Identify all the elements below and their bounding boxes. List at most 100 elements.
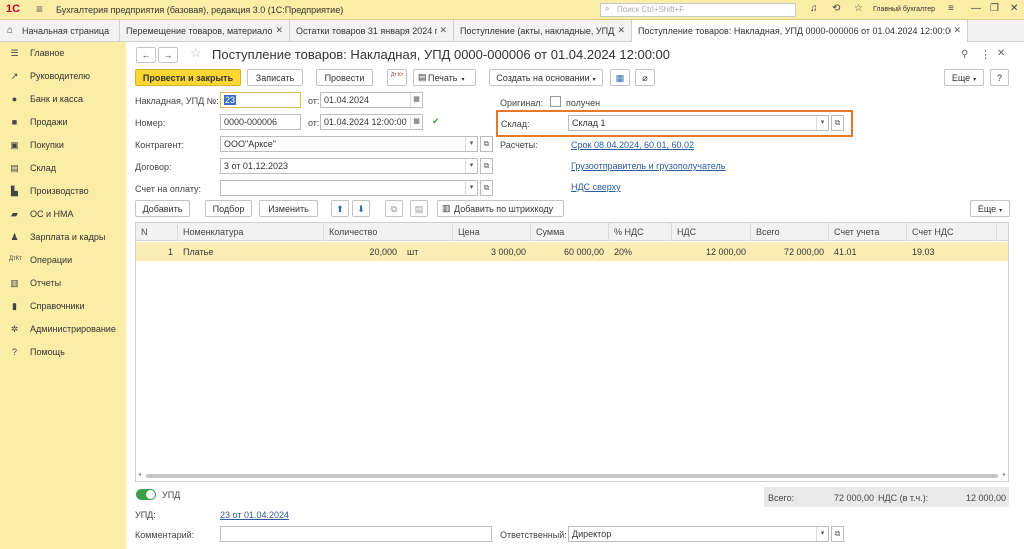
vat-on-top-link[interactable]: НДС сверху (571, 182, 621, 192)
header-quantity[interactable]: Количество (324, 223, 453, 241)
sidebar-item-warehouse[interactable]: ▤ Склад (0, 157, 126, 179)
sidebar-item-references[interactable]: ▮ Справочники (0, 295, 126, 317)
header-sum[interactable]: Сумма (531, 223, 609, 241)
number-input[interactable]: 0000-000006 (220, 114, 301, 130)
favorite-star-icon[interactable]: ☆ (190, 45, 202, 61)
header-vat-account[interactable]: Счет НДС (907, 223, 997, 241)
close-tab-icon[interactable]: ✕ (951, 25, 961, 36)
comment-input[interactable] (220, 526, 492, 542)
close-tab-icon[interactable]: ✕ (273, 25, 283, 36)
settings-icon[interactable]: ≡ (948, 3, 954, 14)
dropdown-arrow-icon[interactable]: ▾ (816, 527, 828, 541)
sidebar-item-assets[interactable]: ▰ ОС и НМА (0, 203, 126, 225)
minimize-icon[interactable]: — (971, 3, 981, 14)
table-row[interactable]: 1 Платье 20,000 шт 3 000,00 60 000,00 20… (136, 242, 1008, 261)
open-contractor-button[interactable]: ⧉ (480, 136, 493, 152)
calendar-icon[interactable]: ▦ (410, 115, 422, 129)
global-search-input[interactable]: ⌕ Поиск Ctrl+Shift+F (600, 3, 796, 17)
move-down-button[interactable]: ⬇ (352, 200, 370, 217)
scrollbar-thumb[interactable] (146, 474, 998, 478)
sidebar-item-admin[interactable]: ✲ Администрирование (0, 318, 126, 340)
contractor-input[interactable]: ООО"Арксе" ▾ (220, 136, 478, 152)
original-received-checkbox[interactable] (550, 96, 561, 107)
warehouse-input[interactable]: Склад 1 ▾ (568, 115, 829, 131)
table-more-button[interactable]: Еще ▾ (970, 200, 1010, 217)
pick-button[interactable]: Подбор (205, 200, 252, 217)
open-warehouse-button[interactable]: ⧉ (831, 115, 844, 131)
sidebar-item-salary[interactable]: ♟ Зарплата и кадры (0, 226, 126, 248)
restore-icon[interactable]: ❐ (990, 3, 999, 14)
sidebar-item-reports[interactable]: ▥ Отчеты (0, 272, 126, 294)
sidebar-item-manager[interactable]: ↗ Руководителю (0, 65, 126, 87)
dropdown-arrow-icon[interactable]: ▾ (465, 137, 477, 151)
print-button[interactable]: ▤ Печать ▾ (413, 69, 476, 86)
header-account[interactable]: Счет учета (829, 223, 907, 241)
header-n[interactable]: N (136, 223, 178, 241)
open-contract-button[interactable]: ⧉ (480, 158, 493, 174)
payment-invoice-input[interactable]: ▾ (220, 180, 478, 196)
sidebar-item-help[interactable]: ? Помощь (0, 341, 126, 363)
calendar-icon[interactable]: ▦ (410, 93, 422, 107)
header-price[interactable]: Цена (453, 223, 531, 241)
dropdown-arrow-icon[interactable]: ▾ (465, 181, 477, 195)
more-button[interactable]: Еще ▾ (944, 69, 984, 86)
dt-kt-button[interactable]: Дт Кт (387, 69, 407, 86)
close-tab-icon[interactable]: ✕ (615, 25, 625, 36)
header-vat[interactable]: НДС (672, 223, 751, 241)
structure-button[interactable]: ▦ (610, 69, 630, 86)
back-button[interactable]: ← (136, 47, 156, 63)
sidebar-item-production[interactable]: ▙ Производство (0, 180, 126, 202)
dropdown-arrow-icon[interactable]: ▾ (465, 159, 477, 173)
dropdown-arrow-icon[interactable]: ▾ (816, 116, 828, 130)
scroll-right-icon[interactable]: ▸ (1003, 471, 1006, 478)
tab-transfer[interactable]: Перемещение товаров, материалов ✕ (120, 20, 290, 42)
sidebar-item-main[interactable]: ☰ Главное (0, 42, 126, 64)
settlements-link[interactable]: Срок 08.04.2024, 60.01, 60.02 (571, 140, 694, 150)
header-total[interactable]: Всего (751, 223, 829, 241)
paste-button[interactable]: ▤ (410, 200, 428, 217)
tab-receipt-document[interactable]: Поступление товаров: Накладная, УПД 0000… (632, 20, 968, 43)
add-row-button[interactable]: Добавить (135, 200, 190, 217)
sidebar-item-bank[interactable]: ● Банк и касса (0, 88, 126, 110)
close-form-icon[interactable]: ✕ (997, 48, 1005, 59)
sidebar-item-operations[interactable]: ДтКт Операции (0, 249, 126, 271)
close-tab-icon[interactable]: ✕ (437, 25, 447, 36)
create-based-on-button[interactable]: Создать на основании ▾ (489, 69, 603, 86)
open-responsible-button[interactable]: ⧉ (831, 526, 844, 542)
header-vat-rate[interactable]: % НДС (609, 223, 672, 241)
upd-toggle[interactable] (136, 489, 156, 500)
link-icon[interactable]: ⚲ (961, 49, 968, 60)
forward-button[interactable]: → (158, 47, 178, 63)
bell-icon[interactable]: ♫ (810, 3, 818, 14)
number-date-input[interactable]: 01.04.2024 12:00:00 ▦ (320, 114, 423, 130)
save-button[interactable]: Записать (247, 69, 303, 86)
tab-receipts-list[interactable]: Поступление (акты, накладные, УПД) ✕ (454, 20, 632, 42)
move-up-button[interactable]: ⬆ (331, 200, 349, 217)
tab-balances[interactable]: Остатки товаров 31 января 2024 г. ✕ (290, 20, 454, 42)
responsible-input[interactable]: Директор ▾ (568, 526, 829, 542)
sidebar-item-sales[interactable]: ■ Продажи (0, 111, 126, 133)
upd-link[interactable]: 23 от 01.04.2024 (220, 510, 289, 520)
attach-button[interactable]: ⌀ (635, 69, 655, 86)
post-and-close-button[interactable]: Провести и закрыть (135, 69, 241, 86)
contract-input[interactable]: 3 от 01.12.2023 ▾ (220, 158, 478, 174)
user-name[interactable]: Главный бухгалтер (873, 6, 935, 13)
close-window-icon[interactable]: ✕ (1010, 3, 1018, 14)
horizontal-scrollbar[interactable]: ◂ ▸ (138, 471, 1006, 479)
history-icon[interactable]: ⟲ (832, 3, 840, 14)
scroll-left-icon[interactable]: ◂ (138, 471, 141, 478)
open-payment-invoice-button[interactable]: ⧉ (480, 180, 493, 196)
copy-button[interactable]: ⧉ (385, 200, 403, 217)
main-menu-icon[interactable]: ≡ (36, 2, 43, 16)
invoice-number-input[interactable]: 23 (220, 92, 301, 108)
shipper-consignee-link[interactable]: Грузоотправитель и грузополучатель (571, 161, 725, 171)
post-button[interactable]: Провести (316, 69, 373, 86)
status-check-icon[interactable]: ✔ (432, 116, 440, 127)
more-options-icon[interactable]: ⋮ (980, 48, 991, 61)
invoice-date-input[interactable]: 01.04.2024 ▦ (320, 92, 423, 108)
tab-home[interactable]: ⌂ Начальная страница (0, 20, 120, 42)
sidebar-item-purchases[interactable]: ▣ Покупки (0, 134, 126, 156)
star-icon[interactable]: ☆ (854, 3, 863, 14)
change-button[interactable]: Изменить (259, 200, 318, 217)
header-nomenclature[interactable]: Номенклатура (178, 223, 324, 241)
